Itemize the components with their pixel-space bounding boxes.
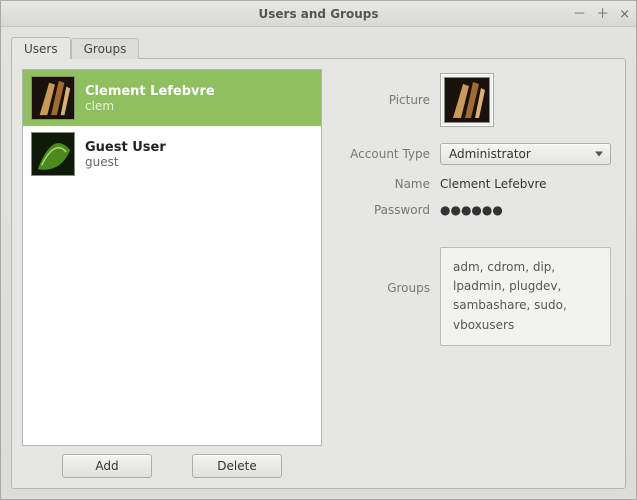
window-controls: － ＋ ×: [573, 1, 630, 27]
label-password: Password: [336, 203, 440, 217]
account-type-value: Administrator: [449, 147, 531, 161]
label-name: Name: [336, 177, 440, 191]
maximize-icon[interactable]: ＋: [596, 8, 609, 21]
window: Users and Groups － ＋ × Users Groups: [0, 0, 637, 500]
field-name: Name Clement Lefebvre: [336, 177, 611, 191]
user-list: Clement Lefebvre clem Guest User guest: [22, 69, 322, 446]
groups-box[interactable]: adm, cdrom, dip, lpadmin, plugdev, samba…: [440, 247, 611, 346]
label-picture: Picture: [336, 93, 440, 107]
avatar-icon: [444, 77, 490, 123]
details-column: Picture Account Type Administrator: [336, 69, 615, 478]
user-info: Guest User guest: [85, 140, 166, 169]
window-body: Users Groups Clement Lefebvre clem: [1, 27, 636, 499]
value-account-type: Administrator: [440, 143, 611, 165]
delete-button[interactable]: Delete: [192, 454, 282, 478]
add-button[interactable]: Add: [62, 454, 152, 478]
label-groups: Groups: [336, 247, 440, 295]
user-login-name: guest: [85, 155, 166, 169]
value-password[interactable]: ●●●●●●: [440, 203, 611, 217]
user-list-item[interactable]: Guest User guest: [23, 126, 321, 182]
tab-page-users: Clement Lefebvre clem Guest User guest: [11, 58, 626, 489]
field-password: Password ●●●●●●: [336, 203, 611, 217]
left-column: Clement Lefebvre clem Guest User guest: [22, 69, 322, 478]
avatar-icon: [31, 76, 75, 120]
tab-bar: Users Groups: [11, 35, 626, 59]
user-info: Clement Lefebvre clem: [85, 84, 215, 113]
tab-users[interactable]: Users: [11, 37, 71, 59]
tab-groups[interactable]: Groups: [71, 38, 140, 59]
user-display-name: Guest User: [85, 140, 166, 155]
field-groups: Groups adm, cdrom, dip, lpadmin, plugdev…: [336, 247, 611, 346]
user-list-item[interactable]: Clement Lefebvre clem: [23, 70, 321, 126]
field-account-type: Account Type Administrator: [336, 143, 611, 165]
user-display-name: Clement Lefebvre: [85, 84, 215, 99]
user-login-name: clem: [85, 99, 215, 113]
account-type-combo[interactable]: Administrator: [440, 143, 611, 165]
avatar-icon: [31, 132, 75, 176]
button-row: Add Delete: [22, 454, 322, 478]
minimize-icon[interactable]: －: [573, 8, 586, 21]
chevron-down-icon: [595, 152, 603, 157]
close-icon[interactable]: ×: [619, 8, 630, 21]
picture-button[interactable]: [440, 73, 494, 127]
label-account-type: Account Type: [336, 147, 440, 161]
titlebar[interactable]: Users and Groups － ＋ ×: [1, 1, 636, 27]
value-name[interactable]: Clement Lefebvre: [440, 177, 611, 191]
window-title: Users and Groups: [259, 7, 379, 21]
field-picture: Picture: [336, 73, 611, 127]
main-row: Clement Lefebvre clem Guest User guest: [22, 69, 615, 478]
